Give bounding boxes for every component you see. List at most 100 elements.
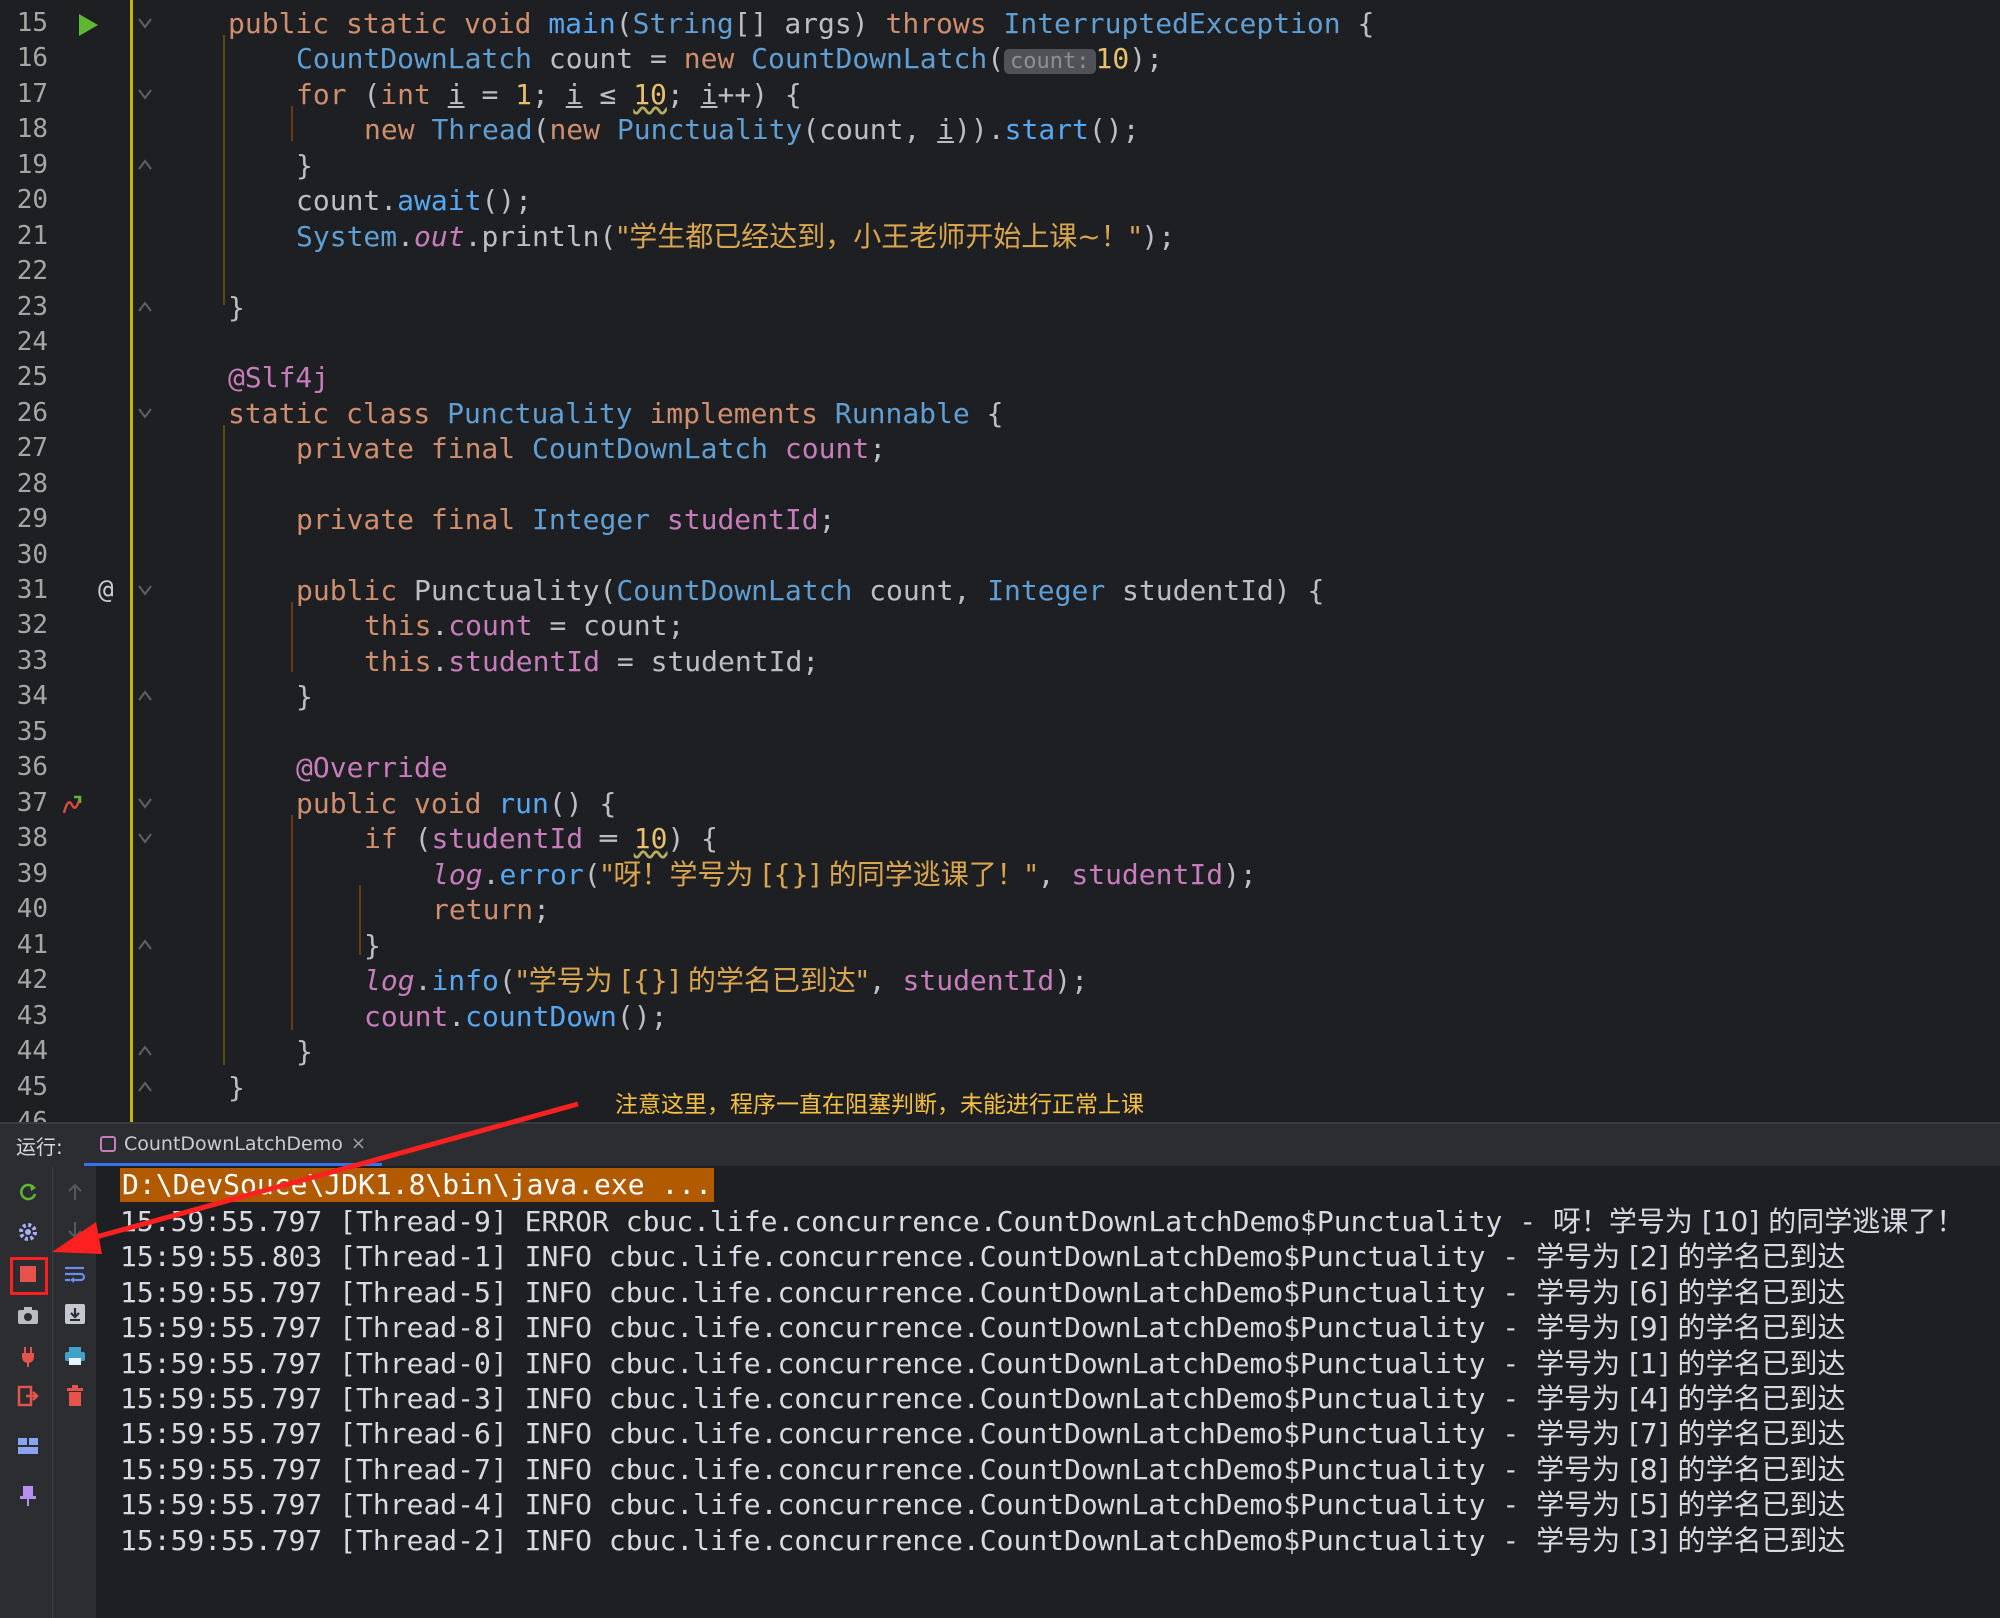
fold-icon[interactable]: [137, 15, 153, 31]
line-number: 27: [16, 433, 48, 463]
stop-button-highlight: [10, 1257, 48, 1295]
code-line[interactable]: 39 log.error("呀！学号为 [{}] 的同学逃课了！", stude…: [0, 857, 2000, 892]
code-line[interactable]: 17 for (int i = 1; i ≤ 10; i++) {: [0, 77, 2000, 112]
code-line[interactable]: 19 }: [0, 148, 2000, 183]
log-msg: 学号为 [1] 的学名已到达: [1536, 1346, 1846, 1380]
code-line[interactable]: 24: [0, 325, 2000, 360]
log-level: INFO: [524, 1417, 593, 1451]
code-text: }: [296, 1035, 313, 1068]
line-number: 19: [16, 150, 48, 180]
fold-icon[interactable]: [137, 582, 153, 598]
line-number: 43: [16, 1001, 48, 1031]
fold-icon[interactable]: [137, 830, 153, 846]
line-number: 18: [16, 114, 48, 144]
code-line[interactable]: 38 if (studentId ═ 10) {: [0, 821, 2000, 856]
code-line[interactable]: 44 }: [0, 1034, 2000, 1069]
code-text: }: [228, 291, 245, 324]
code-line[interactable]: 42 log.info("学号为 [{}] 的学名已到达", studentId…: [0, 963, 2000, 998]
scroll-to-end-icon[interactable]: [61, 1300, 89, 1328]
code-line[interactable]: 33 this.studentId = studentId;: [0, 644, 2000, 679]
tab-countdownlatchdemo[interactable]: CountDownLatchDemo ×: [84, 1124, 382, 1166]
code-line[interactable]: 36 @Override: [0, 750, 2000, 785]
pin-icon[interactable]: [14, 1482, 42, 1510]
console-line: 15:59:55.803 [Thread-1] INFO cbuc.life.c…: [120, 1240, 1846, 1274]
line-number: 46: [16, 1107, 48, 1122]
line-number: 32: [16, 610, 48, 640]
log-level: INFO: [524, 1311, 593, 1345]
fold-icon[interactable]: [137, 299, 153, 315]
console-line: 15:59:55.797 [Thread-2] INFO cbuc.life.c…: [120, 1523, 1846, 1557]
code-text: static class Punctuality implements Runn…: [228, 397, 1004, 430]
fold-icon[interactable]: [137, 688, 153, 704]
code-line[interactable]: 40 return;: [0, 892, 2000, 927]
fold-icon[interactable]: [137, 1079, 153, 1095]
fold-icon[interactable]: [137, 795, 153, 811]
fold-icon[interactable]: [137, 1043, 153, 1059]
screenshot-icon[interactable]: [14, 1302, 42, 1330]
run-toolbar-right: [52, 1166, 97, 1618]
soft-wrap-icon[interactable]: [61, 1260, 89, 1288]
line-number: 21: [16, 221, 48, 251]
parameter-hint: count:: [1004, 49, 1096, 74]
log-logger: cbuc.life.concurrence.CountDownLatchDemo…: [608, 1488, 1486, 1522]
code-line[interactable]: 29 private final Integer studentId;: [0, 502, 2000, 537]
code-line[interactable]: 15 public static void main(String[] args…: [0, 6, 2000, 41]
log-thread: [Thread-7]: [339, 1452, 508, 1486]
line-number: 26: [16, 398, 48, 428]
code-text: new Thread(new Punctuality(count, i)).st…: [364, 113, 1140, 146]
trash-icon[interactable]: [61, 1382, 89, 1410]
fold-icon[interactable]: [137, 157, 153, 173]
close-icon[interactable]: ×: [351, 1133, 366, 1154]
code-editor[interactable]: 15 public static void main(String[] args…: [0, 0, 2000, 1122]
down-arrow-icon[interactable]: [61, 1216, 89, 1244]
log-thread: [Thread-6]: [339, 1417, 508, 1451]
rerun-icon[interactable]: [14, 1178, 42, 1206]
code-line[interactable]: 26 static class Punctuality implements R…: [0, 396, 2000, 431]
log-level: INFO: [524, 1452, 593, 1486]
code-line[interactable]: 28: [0, 467, 2000, 502]
code-text: }: [228, 1071, 245, 1104]
console-output[interactable]: D:\DevSouce\JDK1.8\bin\java.exe ... 15:5…: [96, 1166, 2000, 1618]
java-command-line[interactable]: D:\DevSouce\JDK1.8\bin\java.exe ...: [120, 1168, 715, 1202]
fold-icon[interactable]: [137, 86, 153, 102]
up-arrow-icon[interactable]: [61, 1178, 89, 1206]
code-line[interactable]: 32 this.count = count;: [0, 608, 2000, 643]
log-msg: 学号为 [3] 的学名已到达: [1536, 1523, 1846, 1557]
fold-icon[interactable]: [137, 405, 153, 421]
code-text: public void run() {: [296, 787, 617, 820]
plug-icon[interactable]: [14, 1342, 42, 1370]
code-line[interactable]: 41 }: [0, 928, 2000, 963]
log-thread: [Thread-8]: [339, 1311, 508, 1345]
code-line[interactable]: 31 @ public Punctuality(CountDownLatch c…: [0, 573, 2000, 608]
fold-icon[interactable]: [137, 937, 153, 953]
log-msg: 学号为 [8] 的学名已到达: [1536, 1452, 1846, 1486]
log-thread: [Thread-4]: [339, 1488, 508, 1522]
print-icon[interactable]: [61, 1342, 89, 1370]
code-line[interactable]: 30: [0, 538, 2000, 573]
code-line[interactable]: 27 private final CountDownLatch count;: [0, 431, 2000, 466]
log-thread: [Thread-5]: [339, 1275, 508, 1309]
console-line: 15:59:55.797 [Thread-8] INFO cbuc.life.c…: [120, 1311, 1846, 1345]
code-line[interactable]: 22: [0, 254, 2000, 289]
code-line[interactable]: 23 }: [0, 290, 2000, 325]
code-line[interactable]: 16 CountDownLatch count = new CountDownL…: [0, 41, 2000, 76]
code-line[interactable]: 21 System.out.println("学生都已经达到，小王老师开始上课~…: [0, 219, 2000, 254]
code-line[interactable]: 37 public void run() {: [0, 786, 2000, 821]
log-thread: [Thread-2]: [339, 1523, 508, 1557]
log-logger: cbuc.life.concurrence.CountDownLatchDemo…: [608, 1523, 1486, 1557]
annotation-note: 注意这里，程序一直在阻塞判断，未能进行正常上课: [615, 1092, 1144, 1118]
console-line: 15:59:55.797 [Thread-3] INFO cbuc.life.c…: [120, 1382, 1846, 1415]
log-level: INFO: [524, 1275, 593, 1309]
code-text: System.out.println("学生都已经达到，小王老师开始上课~！")…: [296, 220, 1176, 253]
at-sign-icon[interactable]: @: [98, 573, 114, 608]
code-line[interactable]: 20 count.await();: [0, 183, 2000, 218]
code-line[interactable]: 35: [0, 715, 2000, 750]
code-line[interactable]: 34 }: [0, 679, 2000, 714]
settings-icon[interactable]: [14, 1218, 42, 1246]
code-line[interactable]: 43 count.countDown();: [0, 999, 2000, 1034]
code-line[interactable]: 25 @Slf4j: [0, 360, 2000, 395]
line-number: 23: [16, 292, 48, 322]
exit-icon[interactable]: [14, 1382, 42, 1410]
code-line[interactable]: 18 new Thread(new Punctuality(count, i))…: [0, 112, 2000, 147]
layout-icon[interactable]: [14, 1432, 42, 1460]
